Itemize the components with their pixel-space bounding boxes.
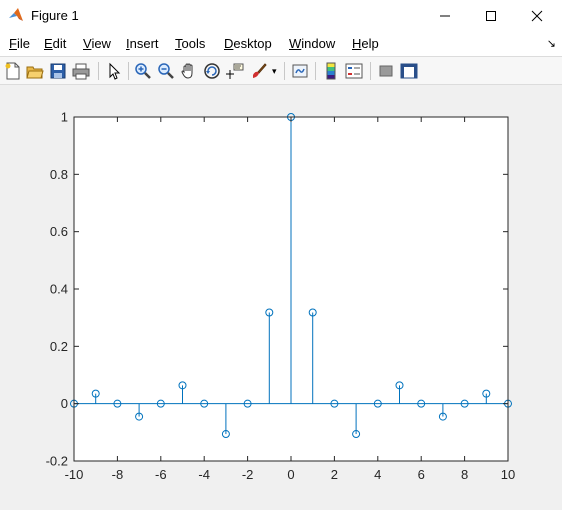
x-tick-label: -10	[65, 467, 84, 482]
x-tick-label: 8	[461, 467, 468, 482]
minimize-icon	[440, 15, 450, 17]
open-file-icon[interactable]	[26, 62, 44, 80]
toolbar-separator	[370, 62, 371, 80]
legend-icon[interactable]	[345, 62, 363, 80]
menu-help[interactable]: Help	[352, 36, 379, 51]
x-tick-label: 10	[501, 467, 515, 482]
pan-icon[interactable]	[180, 62, 198, 80]
data-cursor-icon[interactable]	[226, 62, 244, 80]
menu-view[interactable]: View	[83, 36, 111, 51]
toolbar-separator	[315, 62, 316, 80]
y-tick-label: 0.4	[50, 282, 68, 297]
x-tick-label: -8	[112, 467, 124, 482]
close-icon	[531, 10, 543, 22]
toolbar-separator	[98, 62, 99, 80]
brush-dropdown-arrow-icon[interactable]: ▾	[272, 66, 277, 77]
y-tick-label: -0.2	[46, 454, 68, 469]
y-tick-label: 0.8	[50, 167, 68, 182]
menu-file[interactable]: File	[9, 36, 30, 51]
close-button[interactable]	[514, 0, 560, 32]
figure-canvas: -10 -8 -6 -4 -2 0 2 4 6 8 10 -0.2 0 0.2 0.4 0.6 0.8 1	[0, 85, 562, 507]
figure-toolbar: ▾	[0, 56, 562, 85]
matlab-logo-icon	[9, 8, 23, 21]
y-tick-label: 0.6	[50, 224, 68, 239]
x-tick-label: 0	[287, 467, 294, 482]
menu-insert[interactable]: Insert	[126, 36, 159, 51]
toolbar-separator	[284, 62, 285, 80]
x-tick-label: -2	[242, 467, 254, 482]
hide-plot-tools-icon[interactable]	[377, 62, 395, 80]
y-tick-label: 0.2	[50, 339, 68, 354]
minimize-button[interactable]	[422, 0, 468, 32]
menu-bar: File Edit View Insert Tools Desktop Wind…	[0, 32, 562, 56]
print-icon[interactable]	[72, 62, 90, 80]
toolbar-separator	[128, 62, 129, 80]
title-bar: Figure 1	[0, 0, 562, 32]
menu-desktop[interactable]: Desktop	[224, 36, 272, 51]
dock-arrow-icon[interactable]: ↘	[547, 37, 556, 50]
x-tick-label: 4	[374, 467, 381, 482]
y-tick-label: 0	[61, 396, 68, 411]
rotate-3d-icon[interactable]	[203, 62, 221, 80]
link-plot-icon[interactable]	[291, 62, 309, 80]
save-icon[interactable]	[49, 62, 67, 80]
x-tick-label: -6	[155, 467, 167, 482]
show-plot-tools-icon[interactable]	[400, 62, 418, 80]
menu-tools[interactable]: Tools	[175, 36, 205, 51]
x-tick-label: 6	[418, 467, 425, 482]
window-title: Figure 1	[31, 8, 79, 23]
menu-edit[interactable]: Edit	[44, 36, 66, 51]
maximize-icon	[486, 11, 496, 21]
y-tick-label: 1	[61, 110, 68, 125]
new-figure-icon[interactable]	[4, 62, 22, 80]
brush-icon[interactable]	[250, 62, 268, 80]
colorbar-icon[interactable]	[322, 62, 340, 80]
zoom-out-icon[interactable]	[157, 62, 175, 80]
menu-window[interactable]: Window	[289, 36, 335, 51]
x-tick-label: 2	[331, 467, 338, 482]
maximize-button[interactable]	[468, 0, 514, 32]
x-tick-label: -4	[198, 467, 210, 482]
zoom-in-icon[interactable]	[134, 62, 152, 80]
pointer-icon[interactable]	[105, 62, 123, 80]
stem-plot[interactable]: -10 -8 -6 -4 -2 0 2 4 6 8 10 -0.2 0 0.2 0.4 0.6 0.8 1	[0, 85, 562, 507]
